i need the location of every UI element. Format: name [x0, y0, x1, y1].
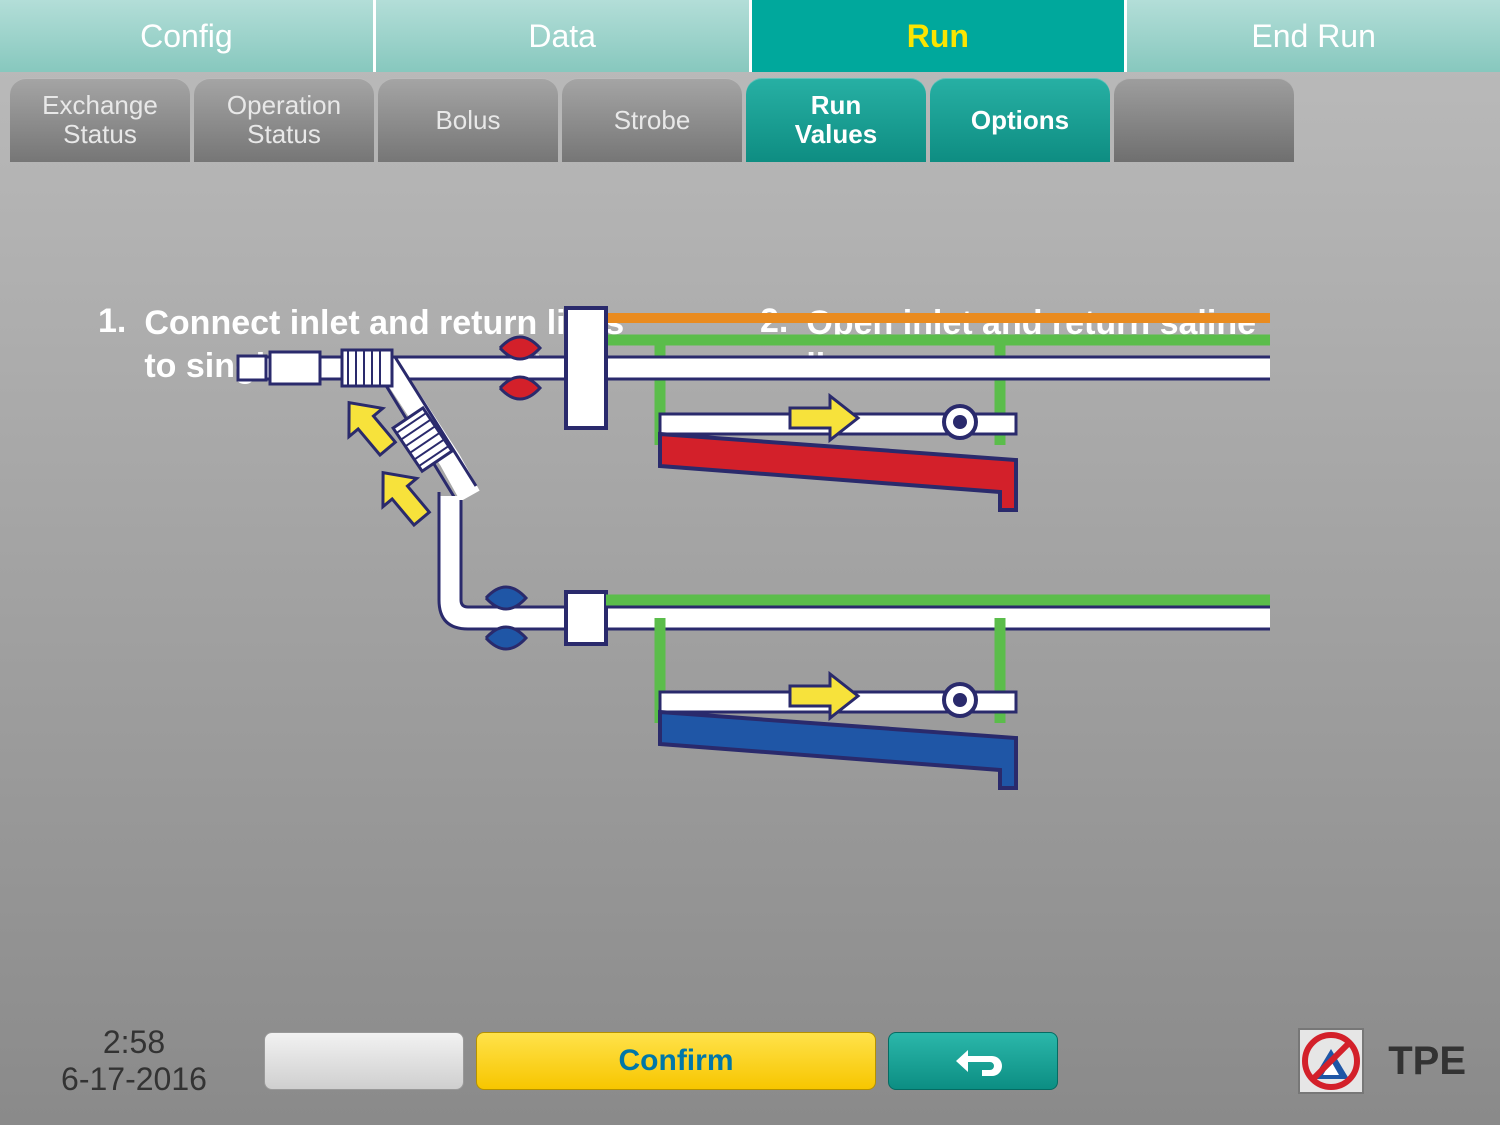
- subtab-options[interactable]: Options: [930, 78, 1110, 162]
- back-button[interactable]: [888, 1032, 1058, 1090]
- main-tabs: Config Data Run End Run: [0, 0, 1500, 72]
- mode-area: TPE: [1298, 1028, 1466, 1094]
- back-arrow-icon: [938, 1044, 1008, 1078]
- time-value: 2:58: [34, 1024, 234, 1061]
- subtab-exchange-status[interactable]: Exchange Status: [10, 78, 190, 162]
- subtab-run-values[interactable]: Run Values: [746, 78, 926, 162]
- sub-tabs: Exchange Status Operation Status Bolus S…: [0, 72, 1500, 162]
- subtab-strobe[interactable]: Strobe: [562, 78, 742, 162]
- subtab-operation-status[interactable]: Operation Status: [194, 78, 374, 162]
- stop-pause-icon[interactable]: [1298, 1028, 1364, 1094]
- connection-diagram: [230, 300, 1270, 830]
- mode-label: TPE: [1388, 1039, 1466, 1084]
- tab-config[interactable]: Config: [0, 0, 376, 72]
- subtab-empty: [1114, 78, 1294, 162]
- date-value: 6-17-2016: [34, 1061, 234, 1098]
- tab-run[interactable]: Run: [752, 0, 1128, 72]
- tab-end-run[interactable]: End Run: [1127, 0, 1500, 72]
- action-buttons: Confirm: [264, 1032, 1058, 1090]
- bottom-bar: 2:58 6-17-2016 Confirm TPE: [0, 1017, 1500, 1105]
- confirm-button[interactable]: Confirm: [476, 1032, 876, 1090]
- subtab-bolus[interactable]: Bolus: [378, 78, 558, 162]
- step-number: 1.: [98, 302, 126, 387]
- tab-data[interactable]: Data: [376, 0, 752, 72]
- clock-display: 2:58 6-17-2016: [34, 1024, 234, 1098]
- blank-button[interactable]: [264, 1032, 464, 1090]
- content-area: 1. Connect inlet and return lines to sin…: [0, 162, 1500, 292]
